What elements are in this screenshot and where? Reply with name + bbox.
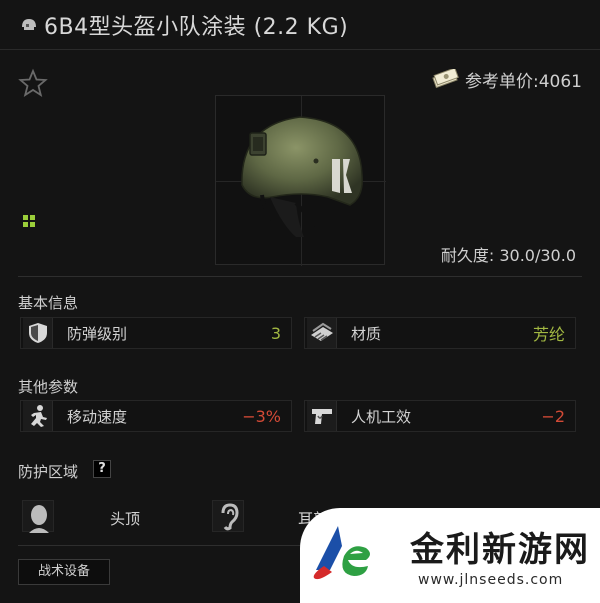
title-bar: 6B4型头盔小队涂装 (2.2 KG) (0, 0, 600, 50)
stat-label: 移动速度 (67, 407, 128, 426)
stat-value: −2 (541, 406, 565, 426)
zone-label-top: 头顶 (110, 510, 141, 528)
basic-info-heading: 基本信息 (18, 294, 79, 312)
other-params-heading: 其他参数 (18, 378, 79, 396)
price-text: 参考单价:4061 (465, 71, 582, 92)
fabric-icon (307, 318, 337, 348)
stat-material: 材质 芳纶 (304, 317, 576, 349)
helmet-small-icon (22, 18, 36, 30)
stat-ergonomics: 人机工效 −2 (304, 400, 576, 432)
running-icon (23, 401, 53, 431)
protection-heading: 防护区域 (18, 463, 79, 481)
divider (18, 276, 582, 277)
pistol-icon (307, 401, 337, 431)
stat-armor-class: 防弹级别 3 (20, 317, 292, 349)
stat-label: 人机工效 (351, 407, 412, 426)
favorite-star-icon[interactable] (18, 68, 48, 98)
stat-label: 材质 (351, 324, 382, 343)
shield-icon (23, 318, 53, 348)
reference-price: 参考单价:4061 (431, 66, 582, 92)
stat-movement-speed: 移动速度 −3% (20, 400, 292, 432)
help-button[interactable]: ? (93, 460, 111, 478)
helmet-image (241, 116, 363, 237)
tactical-equipment-tab[interactable]: 战术设备 (18, 559, 110, 585)
site-logo (313, 526, 370, 580)
grid-icon (23, 215, 35, 227)
stat-value: 芳纶 (532, 325, 565, 344)
stat-label: 防弹级别 (67, 324, 128, 343)
ear-icon (212, 500, 244, 532)
money-icon (432, 69, 459, 89)
item-title: 6B4型头盔小队涂装 (2.2 KG) (44, 14, 349, 40)
watermark-name: 金利新游网 (410, 530, 590, 570)
stat-value: −3% (242, 406, 281, 426)
watermark-url: www.jlnseeds.com (418, 572, 564, 588)
stat-value: 3 (270, 323, 281, 343)
durability-value: 耐久度: 30.0/30.0 (440, 246, 576, 265)
head-icon (22, 500, 54, 533)
watermark: 金利新游网 www.jlnseeds.com (300, 508, 600, 603)
